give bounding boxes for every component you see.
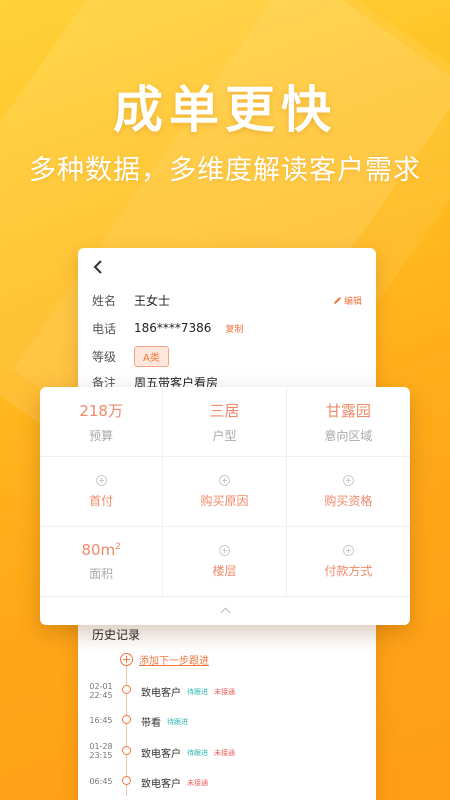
timeline-time: 16:45 (89, 716, 113, 725)
purchase-qualification-cell[interactable]: 购买资格 (286, 457, 410, 527)
chevron-up-icon[interactable] (40, 599, 410, 621)
timeline-item[interactable]: 16:45 带看 待跟进 (78, 712, 376, 742)
floor-area-value: 80m2 (81, 541, 121, 559)
timeline-dot (122, 776, 131, 785)
phone-row: 电话 186****7386 复制 (92, 316, 243, 340)
floor-cell[interactable]: 楼层 (163, 527, 287, 597)
timeline-dot (122, 715, 131, 724)
timeline-item[interactable]: 02-01 22:45 致电客户 待跟进 未接通 (78, 680, 376, 710)
down-payment-label: 首付 (89, 493, 114, 508)
level-label: 等级 (92, 349, 117, 364)
timeline-date: 01-28 (89, 742, 113, 751)
payment-method-label: 付款方式 (324, 563, 373, 578)
payment-method-cell[interactable]: 付款方式 (286, 527, 410, 597)
pencil-icon (333, 297, 341, 304)
add-icon (120, 653, 133, 666)
name-label: 姓名 (92, 293, 117, 308)
timeline-date: 02-01 (89, 682, 113, 691)
layout-label: 户型 (212, 428, 237, 443)
budget-label: 预算 (89, 428, 114, 443)
plus-icon (218, 474, 230, 486)
plus-icon (342, 544, 354, 556)
history-title: 历史记录 (92, 628, 141, 642)
status-tag: 待跟进 (187, 748, 208, 757)
status-tag: 未接通 (214, 748, 235, 757)
timeline-dot (122, 685, 131, 694)
area-intent-cell[interactable]: 甘露园 意向区域 (286, 387, 410, 457)
budget-cell[interactable]: 218万 预算 (40, 387, 164, 457)
timeline-type: 致电客户 (141, 749, 181, 760)
name-value: 王女士 (134, 293, 171, 308)
down-payment-cell[interactable]: 首付 (40, 457, 164, 527)
floor-area-label: 面积 (89, 567, 114, 581)
layout-value: 三居 (209, 401, 240, 420)
purchase-qualification-label: 购买资格 (324, 493, 373, 508)
requirements-grid: 218万 预算 三居 户型 甘露园 意向区域 首付 购买原因 购买资格 80m2… (40, 387, 410, 597)
timeline-type: 致电客户 (141, 779, 181, 790)
edit-button[interactable]: 编辑 (333, 294, 362, 307)
area-intent-label: 意向区域 (324, 428, 373, 443)
edit-label: 编辑 (343, 297, 362, 307)
timeline-time: 22:45 (89, 691, 113, 700)
status-tag: 未接通 (187, 778, 208, 787)
subheadline: 多种数据，多维度解读客户需求 (29, 155, 421, 186)
add-followup-label: 添加下一步跟进 (139, 656, 209, 667)
level-badge: A类 (134, 345, 169, 367)
timeline-type: 带看 (141, 718, 161, 729)
floor-label: 楼层 (212, 563, 237, 578)
purchase-reason-label: 购买原因 (200, 493, 249, 508)
add-followup-button[interactable]: 添加下一步跟进 (120, 652, 209, 667)
phone-value: 186****7386 (134, 321, 212, 335)
timeline-item[interactable]: 06:45 致电客户 未接通 (78, 773, 376, 800)
timeline-time: 23:15 (89, 751, 113, 760)
purchase-reason-cell[interactable]: 购买原因 (163, 457, 287, 527)
timeline-item[interactable]: 01-28 23:15 致电客户 待跟进 未接通 (78, 742, 376, 772)
status-tag: 未接通 (214, 687, 235, 696)
floor-area-cell[interactable]: 80m2 面积 (40, 527, 164, 597)
back-icon[interactable] (92, 258, 110, 276)
budget-value: 218万 (79, 401, 123, 420)
timeline-time: 06:45 (89, 777, 113, 786)
requirements-card: 218万 预算 三居 户型 甘露园 意向区域 首付 购买原因 购买资格 80m2… (40, 387, 410, 625)
status-tag: 待跟进 (187, 687, 208, 696)
copy-button[interactable]: 复制 (225, 322, 243, 335)
timeline-dot (122, 746, 131, 755)
plus-icon (342, 474, 354, 486)
plus-icon (95, 474, 107, 486)
name-row: 姓名 王女士 (92, 288, 170, 312)
phone-label: 电话 (92, 321, 117, 336)
headline: 成单更快 (113, 81, 337, 139)
status-tag: 待跟进 (167, 717, 188, 726)
timeline-type: 致电客户 (141, 688, 181, 699)
level-row: 等级 A类 (92, 344, 169, 368)
area-intent-value: 甘露园 (325, 401, 371, 420)
layout-cell[interactable]: 三居 户型 (163, 387, 287, 457)
plus-icon (218, 544, 230, 556)
